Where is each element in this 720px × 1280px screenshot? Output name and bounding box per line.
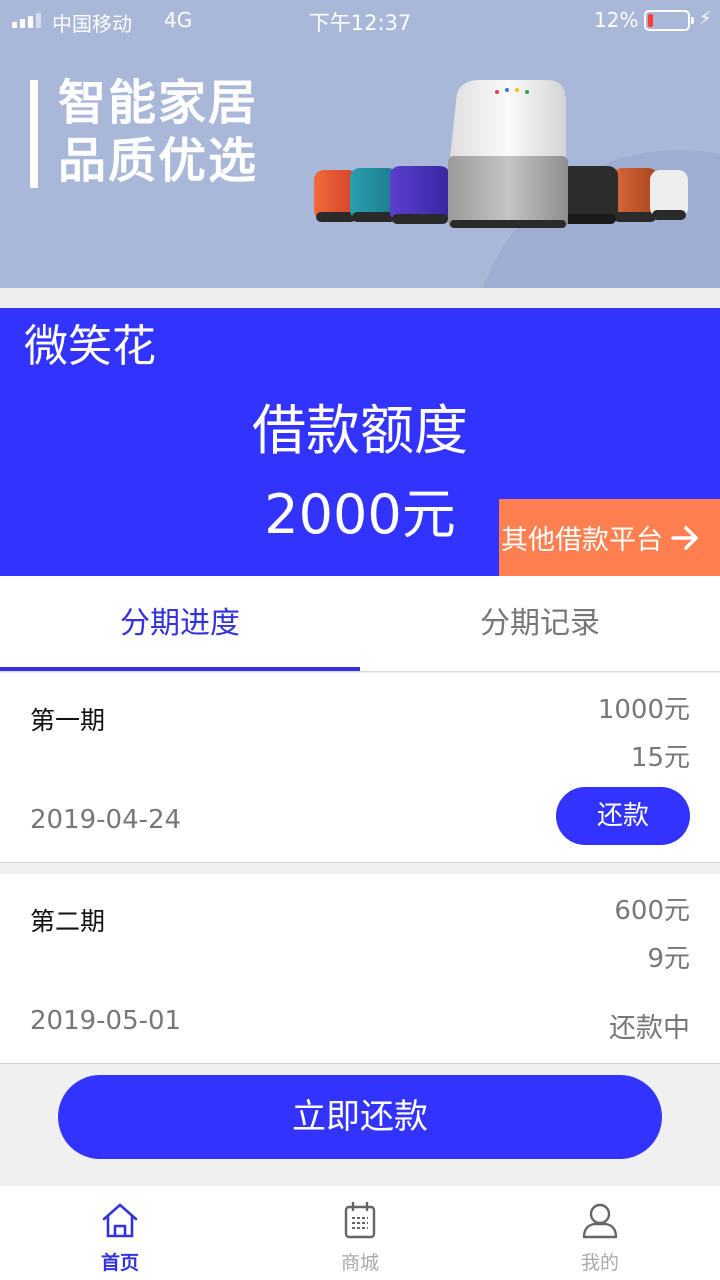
section-divider — [0, 288, 720, 308]
promo-banner[interactable]: 智能家居 品质优选 — [0, 40, 720, 288]
installment-date: 2019-04-24 — [30, 805, 182, 835]
installment-card-2: 第二期 600元 9元 2019-05-01 还款中 — [0, 874, 720, 1064]
status-bar: 中国移动 4G 下午12:37 12% ⚡ — [0, 0, 720, 40]
user-icon — [582, 1203, 618, 1239]
nav-item-mall[interactable]: 商城 — [240, 1186, 480, 1280]
battery-percent: 12% — [594, 8, 639, 32]
battery-icon — [644, 10, 694, 31]
other-platform-button[interactable]: 其他借款平台 — [499, 499, 720, 576]
installment-amount: 1000元 — [597, 695, 690, 725]
calendar-icon — [344, 1201, 376, 1239]
brand-name: 微笑花 — [24, 321, 156, 372]
installment-amount: 600元 — [614, 896, 690, 926]
arrow-right-icon — [671, 525, 698, 550]
repay-now-button[interactable]: 立即还款 — [58, 1075, 662, 1159]
banner-title: 智能家居 品质优选 — [58, 74, 258, 190]
installment-fee: 15元 — [630, 743, 690, 773]
nav-item-home[interactable]: 首页 — [0, 1186, 240, 1280]
installment-status: 还款中 — [609, 1013, 690, 1044]
nav-label: 首页 — [100, 1252, 139, 1274]
tab-progress[interactable]: 分期进度 — [0, 576, 360, 672]
credit-panel: 微笑花 借款额度 2000元 其他借款平台 — [0, 308, 720, 576]
other-platform-label: 其他借款平台 — [501, 525, 663, 556]
installment-period: 第二期 — [30, 907, 106, 936]
nav-label: 商城 — [340, 1252, 379, 1274]
active-tab-indicator — [0, 667, 360, 671]
bottom-nav: 首页 商城 我的 — [0, 1186, 720, 1280]
charging-icon: ⚡ — [699, 8, 712, 29]
installment-date: 2019-05-01 — [30, 1006, 182, 1036]
action-area: 立即还款 — [0, 1064, 720, 1186]
installment-tabs: 分期进度 分期记录 — [0, 576, 720, 672]
banner-line-2: 品质优选 — [58, 133, 259, 189]
nav-item-profile[interactable]: 我的 — [480, 1186, 720, 1280]
installment-card-1: 第一期 1000元 15元 2019-04-24 还款 — [0, 673, 720, 863]
installment-period: 第一期 — [30, 706, 106, 735]
installment-fee: 9元 — [647, 944, 690, 974]
repay-button[interactable]: 还款 — [556, 787, 690, 845]
home-icon — [102, 1203, 138, 1238]
credit-limit-label: 借款额度 — [252, 399, 468, 462]
banner-line-1: 智能家居 — [58, 75, 259, 131]
nav-label: 我的 — [580, 1252, 619, 1274]
tab-records[interactable]: 分期记录 — [360, 576, 720, 672]
banner-accent-bar — [30, 80, 38, 188]
